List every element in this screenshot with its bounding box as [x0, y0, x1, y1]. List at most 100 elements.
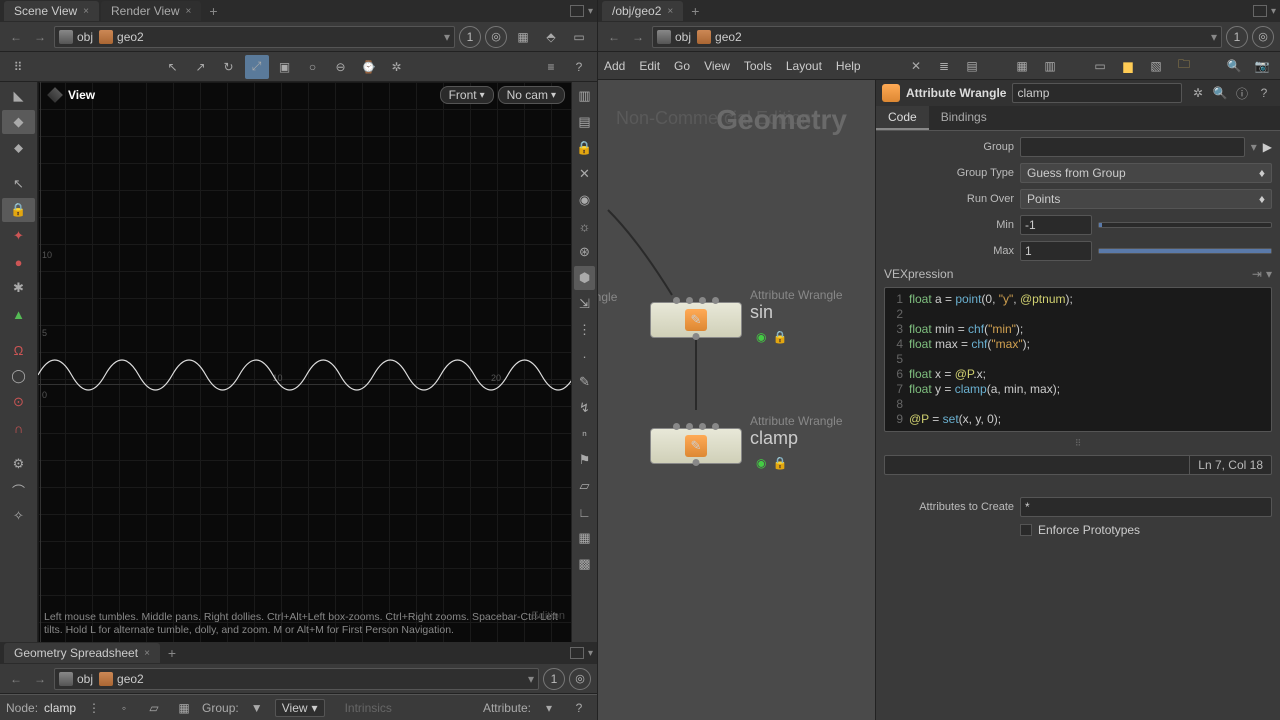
flag-icon[interactable]: ⚑ — [574, 448, 595, 472]
icon[interactable]: ⊛ — [574, 240, 595, 264]
tool-icon[interactable]: ✦ — [2, 224, 35, 248]
menu-help[interactable]: Help — [836, 59, 861, 73]
gear-icon[interactable]: ✲ — [1188, 83, 1208, 103]
scale-icon[interactable]: ⤢ — [245, 55, 269, 79]
arrow-icon[interactable]: ▶ — [1263, 140, 1272, 154]
chevron-down-icon[interactable]: ▾ — [444, 30, 450, 44]
maximize-icon[interactable] — [570, 647, 584, 659]
help-icon[interactable]: ? — [567, 696, 591, 720]
pin-button[interactable]: 1 — [459, 26, 481, 48]
snap-icon[interactable]: ▣ — [273, 55, 297, 79]
shade-icon[interactable]: ▤ — [574, 110, 595, 134]
viewport[interactable]: 10 5 0 10 20 View Front▾ No cam▾ Left mo… — [38, 82, 571, 642]
node-flags[interactable]: ◉🔒 — [756, 330, 787, 344]
tool-icon[interactable]: ⊙ — [2, 390, 35, 414]
tool-icon[interactable]: ⌒ — [2, 478, 35, 502]
chevron-down-icon[interactable]: ▾ — [1271, 6, 1276, 17]
add-tab-button[interactable]: + — [685, 3, 705, 19]
view-cam-dropdown[interactable]: No cam▾ — [498, 86, 565, 104]
rotate-icon[interactable]: ↻ — [217, 55, 241, 79]
shade-icon[interactable]: ▥ — [574, 84, 595, 108]
icon[interactable]: ∟ — [574, 500, 595, 524]
tool-icon[interactable]: ⬘ — [539, 25, 563, 49]
select-icon[interactable]: ↖ — [161, 55, 185, 79]
globe-icon[interactable]: ◉ — [574, 188, 595, 212]
tab-render-view[interactable]: Render View× — [101, 1, 201, 21]
grid-icon[interactable]: ⠿ — [6, 55, 30, 79]
tool-icon[interactable]: ◆ — [2, 110, 35, 134]
node-name-field[interactable] — [1012, 83, 1182, 103]
tool-icon[interactable]: ▭ — [567, 25, 591, 49]
tool-icon[interactable]: ✧ — [2, 504, 35, 528]
runover-dropdown[interactable]: Points♦ — [1020, 189, 1272, 209]
enforce-prototypes-checkbox[interactable]: Enforce Prototypes — [1020, 523, 1272, 537]
tab-code[interactable]: Code — [876, 106, 929, 130]
menu-go[interactable]: Go — [674, 59, 690, 73]
search-icon[interactable]: 🔍 — [1222, 54, 1246, 78]
back-button[interactable]: ← — [6, 669, 26, 689]
tab-geometry-spreadsheet[interactable]: Geometry Spreadsheet× — [4, 643, 160, 663]
min-slider[interactable] — [1098, 222, 1272, 228]
node-graph[interactable]: Non-Commercial Edition Geometry angle ✎ … — [598, 80, 875, 720]
path-field[interactable]: obj geo2 ▾ — [54, 668, 539, 690]
link-button[interactable]: ◎ — [485, 26, 507, 48]
search-icon[interactable]: 🔍 — [1210, 83, 1230, 103]
chevron-down-icon[interactable]: ▾ — [588, 648, 593, 659]
maximize-icon[interactable] — [1253, 5, 1267, 17]
node-sin[interactable]: ✎ — [650, 302, 742, 338]
node-clamp[interactable]: ✎ — [650, 428, 742, 464]
icon[interactable]: ⋮ — [574, 318, 595, 342]
group-field[interactable] — [1020, 137, 1245, 157]
checker-icon[interactable]: ▩ — [574, 552, 595, 576]
grouptype-dropdown[interactable]: Guess from Group♦ — [1020, 163, 1272, 183]
grid-icon[interactable]: ▦ — [1010, 54, 1034, 78]
icon[interactable]: ⬢ — [574, 266, 595, 290]
tab-bindings[interactable]: Bindings — [929, 106, 999, 130]
close-icon[interactable]: × — [83, 6, 89, 17]
note-icon[interactable]: ▭ — [1088, 54, 1112, 78]
camera-icon[interactable]: 📷 — [1250, 54, 1274, 78]
icon[interactable]: ⇲ — [574, 292, 595, 316]
tool-icon[interactable]: ⊖ — [329, 55, 353, 79]
menu-view[interactable]: View — [704, 59, 730, 73]
forward-button[interactable]: → — [30, 27, 50, 47]
add-tab-button[interactable]: + — [203, 3, 223, 19]
tool-icon[interactable]: ⌚ — [357, 55, 381, 79]
tool-icon[interactable]: ● — [2, 250, 35, 274]
grid-icon[interactable]: ▥ — [1038, 54, 1062, 78]
help-icon[interactable]: ? — [1254, 83, 1274, 103]
detail-icon[interactable]: ▦ — [172, 696, 196, 720]
move-icon[interactable]: ↗ — [189, 55, 213, 79]
tool-icon[interactable]: ✱ — [2, 276, 35, 300]
close-icon[interactable]: × — [185, 6, 191, 17]
menu-edit[interactable]: Edit — [639, 59, 660, 73]
image-icon[interactable]: ▧ — [1144, 54, 1168, 78]
max-slider[interactable] — [1098, 248, 1272, 254]
brush-icon[interactable]: ✎ — [574, 370, 595, 394]
attrs-create-field[interactable] — [1020, 497, 1272, 517]
tool-icon[interactable]: ○ — [301, 55, 325, 79]
help-icon[interactable]: ? — [567, 55, 591, 79]
tab-scene-view[interactable]: Scene View× — [4, 1, 99, 21]
pointer-icon[interactable]: ↖ — [2, 172, 35, 196]
tool-icon[interactable]: ◯ — [2, 364, 35, 388]
list-icon[interactable]: ▤ — [960, 54, 984, 78]
close-icon[interactable]: × — [144, 648, 150, 659]
link-button[interactable]: ◎ — [569, 668, 591, 690]
gear-icon[interactable]: ✲ — [385, 55, 409, 79]
vex-editor[interactable]: 1float a = point(0, "y", @ptnum); 2 3flo… — [884, 287, 1272, 432]
link-button[interactable]: ◎ — [1252, 26, 1274, 48]
display-opts-icon[interactable]: ≡ — [539, 55, 563, 79]
lock-icon[interactable]: 🔒 — [2, 198, 35, 222]
icon[interactable]: · — [574, 344, 595, 368]
back-button[interactable]: ← — [604, 27, 624, 47]
view-dropdown[interactable]: View▾ — [275, 699, 325, 717]
magnet-icon[interactable]: ∩ — [2, 416, 35, 440]
chevron-down-icon[interactable]: ▾ — [588, 6, 593, 17]
magnet-icon[interactable]: Ω — [2, 338, 35, 362]
tool-icon[interactable]: ▦ — [511, 25, 535, 49]
forward-button[interactable]: → — [628, 27, 648, 47]
icon[interactable]: ↯ — [574, 396, 595, 420]
folder-icon[interactable]: 🗀 — [1172, 54, 1196, 78]
forward-button[interactable]: → — [30, 669, 50, 689]
